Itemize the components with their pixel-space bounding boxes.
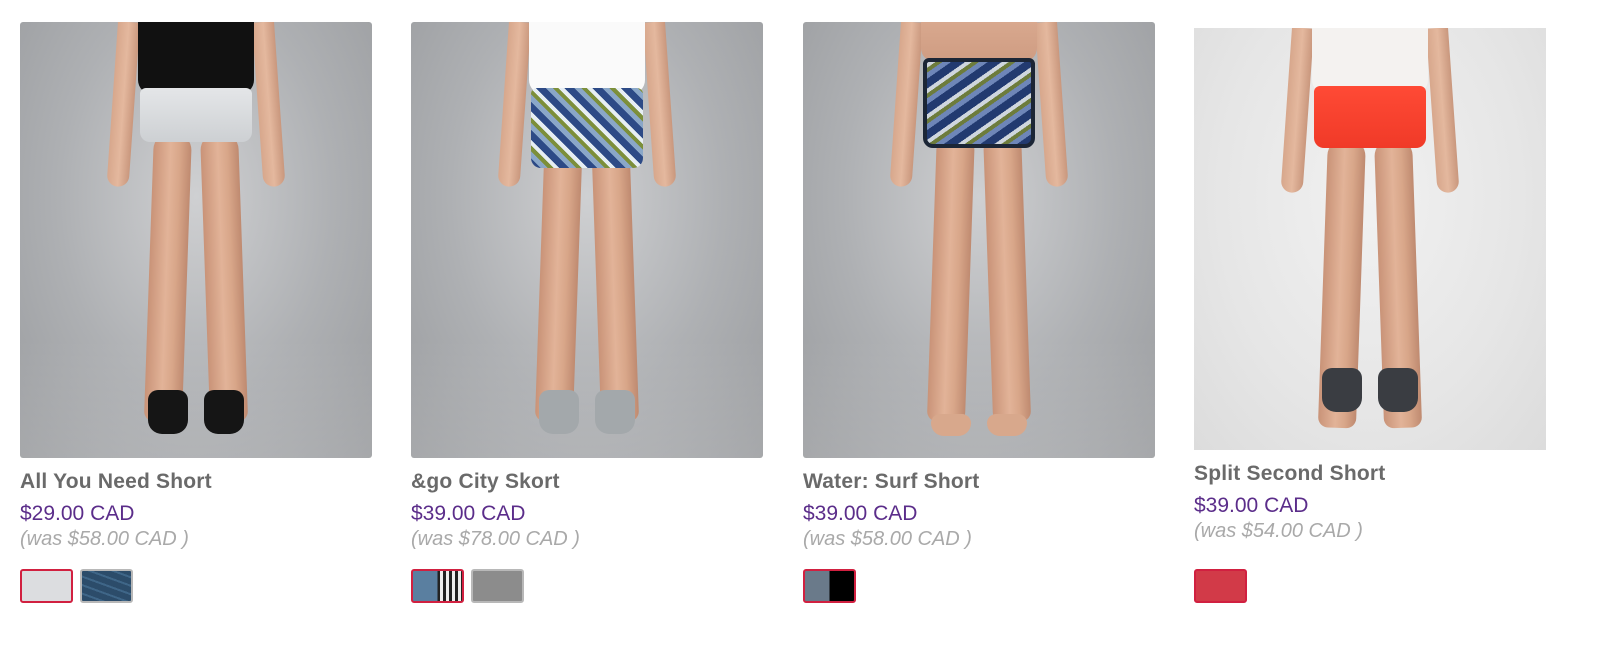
- color-swatches: [411, 569, 524, 603]
- product-price: $39.00 CAD: [1194, 494, 1309, 517]
- product-image[interactable]: [1194, 28, 1546, 450]
- color-swatches: [803, 569, 856, 603]
- product-grid: All You Need Short $29.00 CAD (was $58.0…: [0, 0, 1600, 659]
- product-image[interactable]: [803, 22, 1155, 458]
- color-swatch[interactable]: [803, 569, 856, 603]
- product-price: $39.00 CAD: [411, 502, 526, 525]
- product-card[interactable]: All You Need Short $29.00 CAD (was $58.0…: [20, 22, 372, 551]
- product-image[interactable]: [20, 22, 372, 458]
- product-price: $39.00 CAD: [803, 502, 918, 525]
- color-swatches: [1194, 569, 1247, 603]
- color-swatch[interactable]: [411, 569, 464, 603]
- product-card[interactable]: Water: Surf Short $39.00 CAD (was $58.00…: [803, 22, 1155, 551]
- color-swatch[interactable]: [80, 569, 133, 603]
- product-was-price: (was $58.00 CAD ): [803, 528, 972, 550]
- product-card[interactable]: Split Second Short $39.00 CAD (was $54.0…: [1194, 22, 1546, 543]
- model-figure: [487, 22, 687, 458]
- color-swatch[interactable]: [1194, 569, 1247, 603]
- product-was-price: (was $54.00 CAD ): [1194, 520, 1363, 542]
- color-swatch[interactable]: [471, 569, 524, 603]
- product-name[interactable]: Split Second Short: [1194, 462, 1546, 486]
- model-figure: [96, 22, 296, 458]
- product-name[interactable]: Water: Surf Short: [803, 470, 1155, 494]
- product-was-price: (was $78.00 CAD ): [411, 528, 580, 550]
- product-image[interactable]: [411, 22, 763, 458]
- product-price: $29.00 CAD: [20, 502, 135, 525]
- product-name[interactable]: &go City Skort: [411, 470, 763, 494]
- color-swatch[interactable]: [20, 569, 73, 603]
- model-figure: [1270, 28, 1470, 450]
- product-name[interactable]: All You Need Short: [20, 470, 372, 494]
- product-card[interactable]: &go City Skort $39.00 CAD (was $78.00 CA…: [411, 22, 763, 551]
- product-was-price: (was $58.00 CAD ): [20, 528, 189, 550]
- color-swatches: [20, 569, 133, 603]
- model-figure: [879, 22, 1079, 458]
